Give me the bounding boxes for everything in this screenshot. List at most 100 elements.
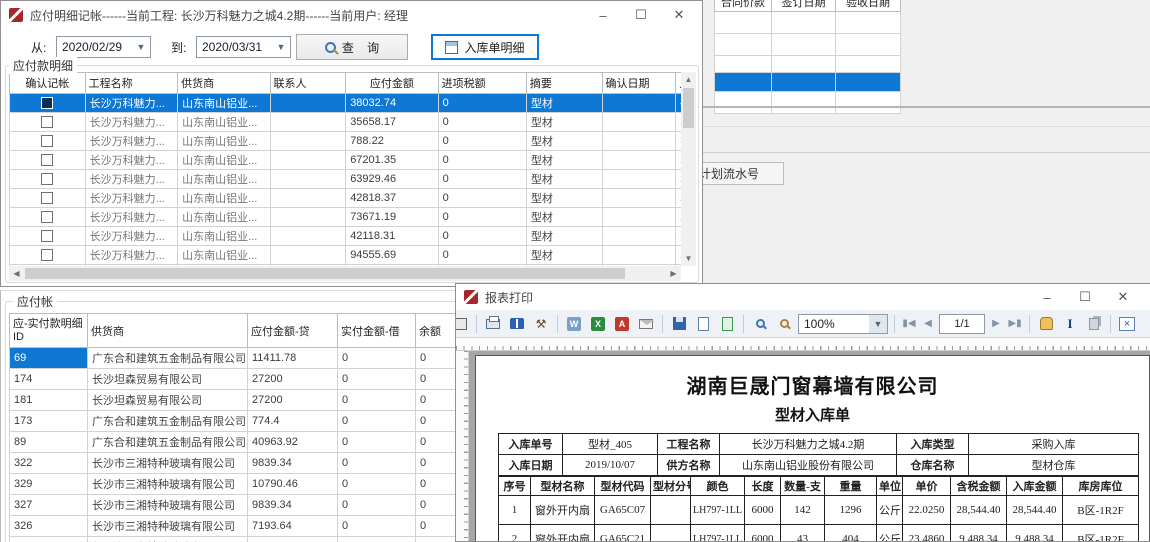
report-print-window: 报表打印 – ☐ ✕ ⚒ W X A 100% ▼ ▮◀ ◀ 1/1 <box>455 283 1150 542</box>
table-row[interactable]: 322 长沙市三湘特种玻璃有限公司 9839.34 0 0 <box>10 453 471 474</box>
background-divider <box>702 106 1150 108</box>
table-row[interactable]: 长沙万科魅力... 山东南山铝业... 94555.69 0 型材 251 <box>10 246 682 265</box>
confirm-checkbox[interactable] <box>41 173 53 185</box>
text-select-icon[interactable]: I <box>1060 314 1080 334</box>
from-date-value: 2020/02/29 <box>62 40 122 54</box>
scroll-right-icon[interactable]: ▶ <box>666 266 681 281</box>
table-row[interactable] <box>715 12 901 34</box>
print-icon[interactable] <box>483 314 503 334</box>
export-pdf-icon[interactable]: A <box>612 314 632 334</box>
scroll-down-icon[interactable]: ▼ <box>681 251 696 266</box>
company-title: 湖南巨晟门窗幕墙有限公司 <box>476 370 1149 399</box>
confirm-checkbox[interactable] <box>41 97 53 109</box>
table-row[interactable] <box>715 34 901 56</box>
maximize-button[interactable]: ☐ <box>1066 284 1104 310</box>
page-input[interactable]: 1/1 <box>939 314 985 334</box>
doc-title: 型材入库单 <box>476 404 1149 425</box>
table-row[interactable] <box>715 92 901 114</box>
table-row[interactable]: 长沙万科魅力... 山东南山铝业... 35658.17 0 型材 376 <box>10 113 682 132</box>
label-receipt-no: 入库单号 <box>499 434 563 455</box>
chevron-down-icon[interactable]: ▼ <box>869 315 887 333</box>
table-row[interactable]: 长沙万科魅力... 山东南山铝业... 788.22 0 型材 358 <box>10 132 682 151</box>
zoom-select[interactable]: 100% ▼ <box>798 314 888 334</box>
col-contract-amount: 合同价款 <box>715 0 772 12</box>
table-row[interactable]: 69 广东合和建筑五金制品有限公司 11411.78 0 0 <box>10 348 471 369</box>
page-setup-icon[interactable] <box>693 314 713 334</box>
table-row[interactable]: 173 广东合和建筑五金制品有限公司 774.4 0 0 <box>10 411 471 432</box>
table-row[interactable]: 长沙万科魅力... 山东南山铝业... 73671.19 0 型材 266 <box>10 208 682 227</box>
window-title: 应付明细记帐------当前工程: 长沙万科魅力之城4.2期------当前用户… <box>30 7 408 24</box>
table-row[interactable]: 326 长沙市三湘特种玻璃有限公司 7193.64 0 0 <box>10 516 471 537</box>
receipt-detail-table: 序号 型材名称 型材代码 型材分号 颜色 长度 数量-支 重量 单位 单价 含税… <box>498 476 1139 542</box>
table-row[interactable]: 181 长沙坦森贸易有限公司 27200 0 0 <box>10 390 471 411</box>
export-excel-icon[interactable]: X <box>588 314 608 334</box>
last-page-icon[interactable]: ▶▮ <box>1007 314 1023 334</box>
export-html-icon[interactable] <box>717 314 737 334</box>
ruler-number <box>456 367 468 398</box>
confirm-checkbox[interactable] <box>41 230 53 242</box>
table-row[interactable]: 长沙万科魅力... 山东南山铝业... 67201.35 0 型材 283 <box>10 151 682 170</box>
from-date-combo[interactable]: 2020/02/29 ▼ <box>56 36 151 58</box>
table-row[interactable]: 327 长沙市三湘特种玻璃有限公司 9839.34 0 0 <box>10 495 471 516</box>
col-price: 单价 <box>903 477 951 496</box>
export-word-icon[interactable]: W <box>564 314 584 334</box>
titlebar[interactable]: 应付明细记帐------当前工程: 长沙万科魅力之城4.2期------当前用户… <box>1 1 702 29</box>
settings-icon[interactable]: ⚒ <box>531 314 551 334</box>
grid-vscrollbar[interactable]: ▲ ▼ <box>681 72 696 266</box>
page-value: 1/1 <box>954 318 969 330</box>
grid-hscrollbar[interactable]: ◀ ▶ <box>9 266 681 281</box>
table-row[interactable]: 329 长沙市三湘特种玻璃有限公司 10790.46 0 0 <box>10 474 471 495</box>
copy-icon[interactable] <box>1084 314 1104 334</box>
table-row[interactable]: 长沙万科魅力... 山东南山铝业... 42818.37 0 型材 275 <box>10 189 682 208</box>
first-page-icon[interactable]: ▮◀ <box>901 314 917 334</box>
table-row[interactable]: 长沙万科魅力... 山东南山铝业... 38032.74 0 型材 405 <box>10 94 682 113</box>
col-qty: 数量-支 <box>781 477 825 496</box>
table-row-selected[interactable] <box>715 73 901 92</box>
table-row[interactable]: 长沙万科魅力... 山东南山铝业... 42118.31 0 型材 265 <box>10 227 682 246</box>
table-row[interactable]: 长沙市三湘特种玻璃有限公司 <box>10 537 471 542</box>
to-date-combo[interactable]: 2020/03/31 ▼ <box>196 36 291 58</box>
chevron-down-icon[interactable]: ▼ <box>272 42 290 52</box>
preview-area[interactable]: 湖南巨晟门窗幕墙有限公司 型材入库单 入库单号 型材_405 工程名称 长沙万科… <box>456 351 1150 542</box>
serial-label: 计划流水号 <box>702 165 759 182</box>
confirm-checkbox[interactable] <box>41 249 53 261</box>
maximize-button[interactable]: ☐ <box>622 2 660 28</box>
col-tax-amount: 含税金额 <box>951 477 1007 496</box>
table-row[interactable]: 174 长沙坦森贸易有限公司 27200 0 0 <box>10 369 471 390</box>
hand-tool-icon[interactable] <box>1036 314 1056 334</box>
payables-table: 应-实付款明细ID 供货商 应付金额-贷 实付金额-借 余额 69 广东合和建筑… <box>9 313 470 542</box>
book-icon[interactable] <box>507 314 527 334</box>
close-button[interactable]: ✕ <box>1104 284 1142 310</box>
scroll-left-icon[interactable]: ◀ <box>9 266 24 281</box>
save-icon[interactable] <box>669 314 689 334</box>
minimize-button[interactable]: – <box>1028 284 1066 310</box>
zoom-in-icon[interactable] <box>750 314 770 334</box>
chevron-down-icon[interactable]: ▼ <box>132 42 150 52</box>
next-page-icon[interactable]: ▶ <box>989 314 1003 334</box>
prev-page-icon[interactable]: ◀ <box>921 314 935 334</box>
table-row[interactable]: 89 广东合和建筑五金制品有限公司 40963.92 0 0 <box>10 432 471 453</box>
table-row[interactable] <box>715 56 901 73</box>
report-titlebar[interactable]: 报表打印 – ☐ ✕ <box>456 284 1150 310</box>
report-page: 湖南巨晟门窗幕墙有限公司 型材入库单 入库单号 型材_405 工程名称 长沙万科… <box>475 355 1150 542</box>
confirm-checkbox[interactable] <box>41 192 53 204</box>
close-button[interactable]: ✕ <box>660 2 698 28</box>
hscroll-thumb[interactable] <box>25 268 625 279</box>
col-length: 长度 <box>745 477 781 496</box>
inbound-detail-button[interactable]: 入库单明细 <box>431 34 539 60</box>
query-button[interactable]: 查 询 <box>296 34 408 60</box>
table-row[interactable]: 长沙万科魅力... 山东南山铝业... 63929.46 0 型材 276 <box>10 170 682 189</box>
vscroll-thumb[interactable] <box>683 88 694 128</box>
scroll-up-icon[interactable]: ▲ <box>681 72 696 87</box>
inbound-sheet-icon <box>445 41 458 54</box>
close-preview-icon[interactable]: × <box>1117 314 1137 334</box>
confirm-checkbox[interactable] <box>41 135 53 147</box>
confirm-checkbox[interactable] <box>41 154 53 166</box>
receipt-row: 1窗外开内扇GA65C07 LH797-1LL60001421296 公斤22.… <box>499 496 1139 525</box>
zoom-out-icon[interactable] <box>774 314 794 334</box>
confirm-checkbox[interactable] <box>41 211 53 223</box>
minimize-button[interactable]: – <box>584 2 622 28</box>
confirm-checkbox[interactable] <box>41 116 53 128</box>
design-icon[interactable] <box>455 314 470 334</box>
export-mail-icon[interactable] <box>636 314 656 334</box>
